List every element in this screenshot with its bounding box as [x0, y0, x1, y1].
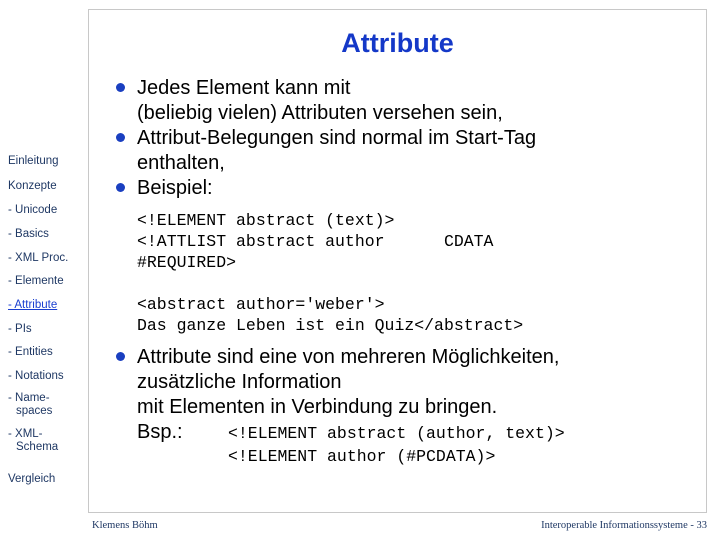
sidebar-item-vergleich[interactable]: Vergleich	[8, 473, 55, 485]
sidebar-item-label: - Elemente	[8, 275, 64, 287]
footer-author: Klemens Böhm	[92, 520, 158, 531]
bullet-dot-icon	[116, 83, 125, 92]
bullet-line: (beliebig vielen) Attributen versehen se…	[137, 102, 503, 124]
bullet-line: Attribut-Belegungen sind normal im Start…	[137, 127, 537, 149]
code-line: <!ELEMENT author (#PCDATA)>	[228, 447, 496, 466]
bullet-item: Jedes Element kann mit (beliebig vielen)…	[112, 76, 712, 126]
sidebar-item-xml[interactable]: - XML-	[8, 428, 43, 440]
code-block-dtd: <!ELEMENT abstract (text)> <!ATTLIST abs…	[137, 210, 712, 273]
bullet-line: enthalten,	[137, 152, 225, 174]
sidebar-item-pis[interactable]: - PIs	[8, 323, 32, 335]
code-line: <abstract author='weber'>	[137, 295, 385, 314]
sidebar-navigation: Einleitung Konzepte - Unicode - Basics - XML…	[0, 0, 88, 540]
example-line: Bsp.: <!ELEMENT abstract (author, text)>	[137, 420, 712, 445]
page-title: Attribute	[341, 28, 454, 58]
bullet-line: Beispiel:	[137, 177, 213, 199]
code-line: #REQUIRED>	[137, 253, 237, 272]
sidebar-item-xml-proc[interactable]: - XML Proc.	[8, 252, 68, 264]
sidebar-item-konzepte[interactable]: Konzepte	[8, 180, 57, 192]
sidebar-item-label-continuation[interactable]: Schema	[16, 441, 58, 453]
sidebar-item-einleitung[interactable]: Einleitung	[8, 155, 59, 167]
sidebar-item-basics[interactable]: - Basics	[8, 228, 49, 240]
sidebar-item-label: - Unicode	[8, 204, 58, 216]
code-line: Das ganze Leben ist ein Quiz</abstract>	[137, 316, 524, 335]
sidebar-item-label: - Notations	[8, 370, 64, 382]
bullet-line: mit Elementen in Verbindung zu bringen.	[137, 396, 498, 418]
sidebar-item-label: Vergleich	[8, 473, 56, 485]
code-line: <!ELEMENT abstract (text)>	[137, 211, 395, 230]
example-line: <!ELEMENT author (#PCDATA)>	[137, 445, 712, 468]
sidebar-item-label: - Attribute	[8, 299, 58, 311]
bullet-dot-icon	[116, 183, 125, 192]
sidebar-item-label: - XML-	[8, 428, 43, 440]
sidebar-item-label: Einleitung	[8, 155, 59, 167]
bullet-item: Attribut-Belegungen sind normal im Start…	[112, 126, 712, 176]
sidebar-item-label: Konzepte	[8, 180, 57, 192]
code-line: <!ATTLIST abstract author CDATA	[137, 232, 494, 251]
sidebar-item-elemente[interactable]: - Elemente	[8, 275, 64, 287]
sidebar-item-label: - PIs	[8, 323, 32, 335]
code-line: <!ELEMENT abstract (author, text)>	[228, 424, 565, 443]
sidebar-item-entities[interactable]: - Entities	[8, 346, 53, 358]
bullet-item: Beispiel:	[112, 176, 712, 201]
sidebar-item-label: - Name-	[8, 392, 50, 404]
bullet-dot-icon	[116, 352, 125, 361]
bullet-line: Attribute sind eine von mehreren Möglich…	[137, 346, 560, 368]
bullet-line: zusätzliche Information	[137, 371, 342, 393]
sidebar-item-name[interactable]: - Name-	[8, 392, 50, 404]
footer-reference: Interoperable Informationssysteme - 33	[541, 520, 707, 531]
bullet-dot-icon	[116, 133, 125, 142]
sidebar-item-label: - XML Proc.	[8, 252, 69, 264]
sidebar-item-unicode[interactable]: - Unicode	[8, 204, 57, 216]
example-label: Bsp.:	[137, 421, 183, 443]
bullet-item: Attribute sind eine von mehreren Möglich…	[112, 345, 712, 468]
sidebar-item-label: - Entities	[8, 346, 53, 358]
sidebar-item-label: - Basics	[8, 228, 49, 240]
bullet-line: Jedes Element kann mit	[137, 77, 351, 99]
code-block-instance: <abstract author='weber'> Das ganze Lebe…	[137, 294, 712, 336]
slide-body: Jedes Element kann mit (beliebig vielen)…	[112, 76, 712, 468]
sidebar-item-label-continuation[interactable]: spaces	[16, 405, 52, 417]
sidebar-item-attribute[interactable]: - Attribute	[8, 299, 57, 311]
sidebar-item-notations[interactable]: - Notations	[8, 370, 64, 382]
